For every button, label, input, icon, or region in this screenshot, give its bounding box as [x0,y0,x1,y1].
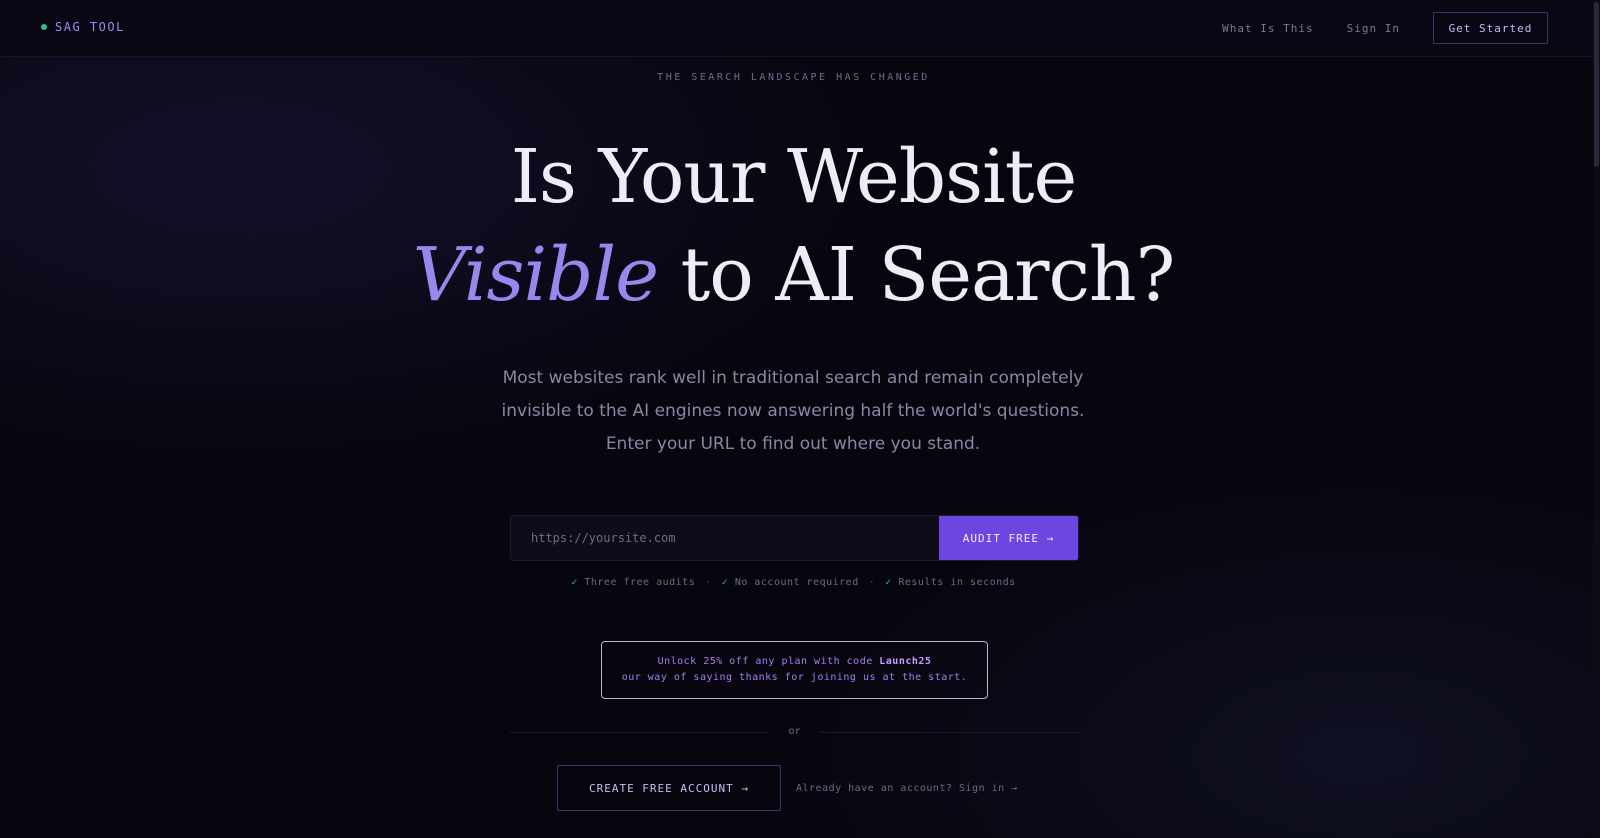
brand-name: SAG TOOL [55,20,125,34]
url-input[interactable] [511,516,939,560]
perk-item: Results in seconds [898,577,1016,588]
brand-logo[interactable]: SAG TOOL [41,20,125,34]
perk-item: No account required [734,577,859,588]
promo-banner: Unlock 25% off any plan with code Launch… [601,641,988,699]
perk-item: Three free audits [584,577,696,588]
scrollbar-thumb[interactable] [1594,2,1599,167]
perks-list: ✓ Three free audits · ✓ No account require… [0,577,1587,588]
top-nav: SAG TOOL What Is This Sign In Get Starte… [0,0,1600,57]
page: SAG TOOL What Is This Sign In Get Starte… [0,0,1600,838]
promo-line-1: Unlock 25% off any plan with code Launch… [602,654,987,670]
nav-link-sign-in[interactable]: Sign In [1347,22,1400,35]
create-free-account-button[interactable]: CREATE FREE ACCOUNT → [557,765,781,811]
headline-line-1: Is Your Website [510,134,1078,220]
scrollbar[interactable] [1593,0,1600,838]
headline-line-2: Visible to AI Search? [0,238,1587,312]
promo-line-2: our way of saying thanks for joining us … [621,672,968,683]
eyebrow-text: THE SEARCH LANDSCAPE HAS CHANGED [657,72,930,83]
headline-line-2-rest: to AI Search? [657,232,1176,318]
get-started-button[interactable]: Get Started [1433,12,1548,44]
divider-text: or [788,726,801,737]
promo-text: Unlock 25% off any plan with code [657,656,880,667]
audit-form: AUDIT FREE → [510,515,1079,561]
nav-link-what-is-this[interactable]: What Is This [1222,22,1313,35]
hero-subtext: Most websites rank well in traditional s… [501,368,1085,454]
sign-in-link[interactable]: Already have an account? Sign in → [796,783,1018,794]
promo-code: Launch25 [879,656,932,667]
perk-separator: · [868,577,876,588]
check-icon: ✓ [571,577,578,588]
perk-separator: · [705,577,712,588]
or-divider: or [510,726,1079,737]
nav-links: What Is This Sign In Get Started [1222,12,1548,44]
check-icon: ✓ [721,577,729,588]
status-dot-icon [41,24,47,30]
audit-free-button[interactable]: AUDIT FREE → [939,516,1078,560]
headline-accent: Visible [412,232,659,318]
check-icon: ✓ [885,577,892,588]
